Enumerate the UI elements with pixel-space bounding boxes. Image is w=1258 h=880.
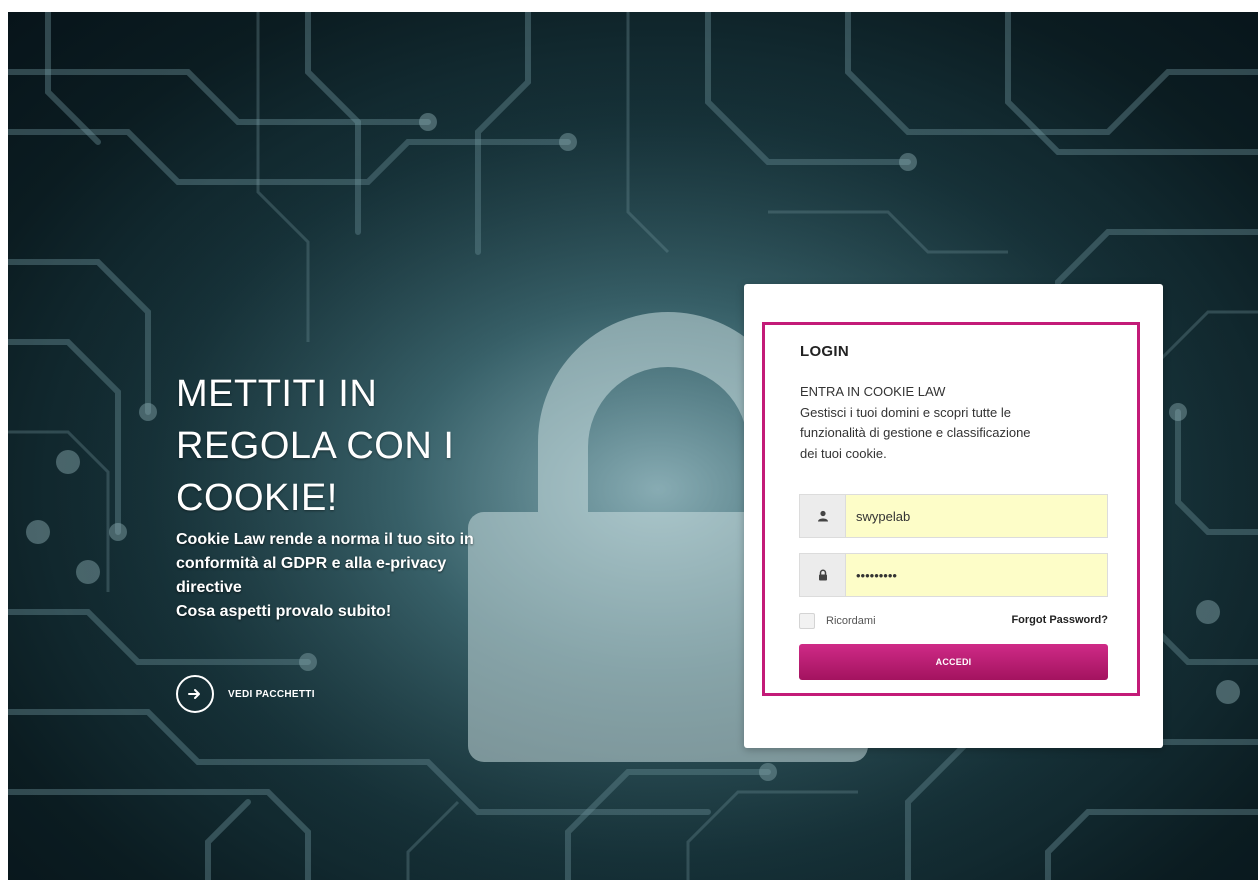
lock-icon (800, 554, 846, 596)
vedi-pacchetti-link[interactable]: VEDI PACCHETTI (176, 675, 315, 713)
hero-description-line: conformità al GDPR e alla e-privacy (176, 555, 447, 572)
hero-title-line: COOKIE! (176, 477, 338, 519)
password-field[interactable] (799, 553, 1108, 597)
remember-me[interactable]: Ricordami (799, 613, 876, 629)
username-input[interactable] (846, 495, 1107, 537)
hero-title-line: REGOLA CON I (176, 425, 455, 467)
arrow-right-icon[interactable] (176, 675, 214, 713)
hero-description-line: Cookie Law rende a norma il tuo sito in (176, 531, 474, 548)
accedi-button[interactable]: ACCEDI (799, 644, 1108, 680)
page: METTITI IN REGOLA CON I COOKIE! Cookie L… (0, 0, 1258, 880)
user-icon (800, 495, 846, 537)
remember-label[interactable]: Ricordami (826, 615, 876, 627)
username-field[interactable] (799, 494, 1108, 538)
remember-checkbox[interactable] (799, 613, 815, 629)
password-input[interactable] (846, 554, 1107, 596)
login-description-line: funzionalità di gestione e classificazio… (800, 425, 1031, 440)
login-subtitle: ENTRA IN COOKIE LAW (800, 384, 946, 399)
forgot-password-link[interactable]: Forgot Password? (1011, 614, 1108, 626)
hero-title: METTITI IN REGOLA CON I COOKIE! (176, 368, 556, 524)
login-card: LOGIN ENTRA IN COOKIE LAW Gestisci i tuo… (744, 284, 1163, 748)
hero-text-block: METTITI IN REGOLA CON I COOKIE! Cookie L… (176, 368, 556, 624)
login-description: ENTRA IN COOKIE LAW Gestisci i tuoi domi… (800, 382, 1110, 464)
login-description-line: Gestisci i tuoi domini e scopri tutte le (800, 404, 1011, 420)
hero-description-line: directive (176, 579, 242, 596)
login-title: LOGIN (800, 343, 849, 360)
hero-description-line: Cosa aspetti provalo subito! (176, 603, 392, 620)
hero-title-line: METTITI IN (176, 373, 378, 415)
login-description-line: dei tuoi cookie. (800, 445, 887, 461)
vedi-pacchetti-label[interactable]: VEDI PACCHETTI (228, 689, 315, 700)
